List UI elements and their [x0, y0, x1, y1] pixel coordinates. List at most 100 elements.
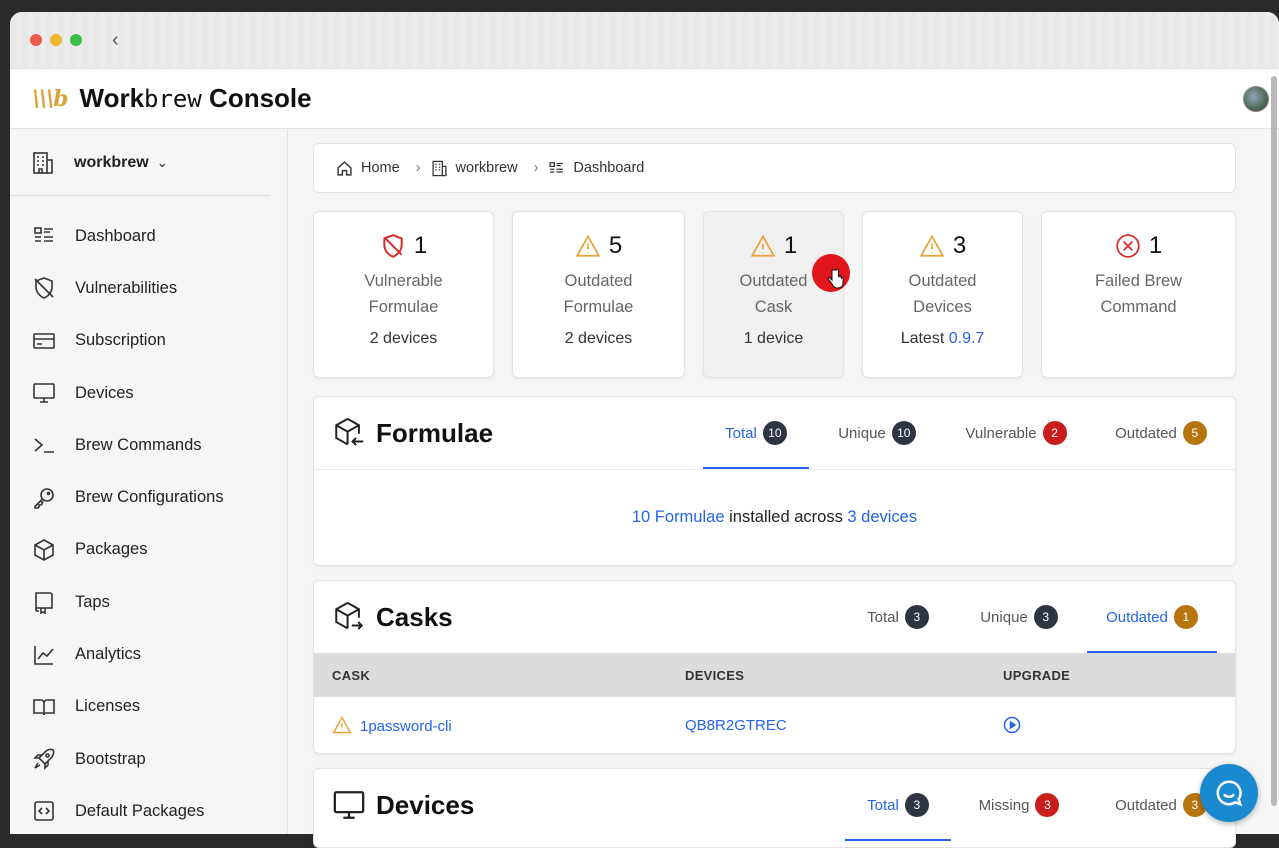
sidebar-item-brew-commands[interactable]: Brew Commands: [10, 419, 287, 471]
warning-icon: [919, 234, 945, 257]
hand-cursor-icon: [827, 268, 844, 289]
stat-count: 1: [413, 232, 428, 259]
column-header-upgrade[interactable]: UPGRADE: [1003, 653, 1235, 697]
shield-off-icon: [383, 234, 403, 258]
device-link[interactable]: QB8R2GTREC: [685, 697, 1003, 753]
stat-label: Cask: [754, 298, 793, 316]
sidebar-item-default-packages[interactable]: Default Packages: [10, 785, 287, 834]
org-switcher[interactable]: workbrew ⌄: [10, 130, 270, 196]
tab-label: Total: [725, 424, 757, 442]
chevron-right-icon: ›: [415, 160, 421, 176]
breadcrumb: Home › workbrew › Dashboard: [313, 143, 1236, 193]
devices-panel: Devices Total 3 Missing 3 Outdated 3: [313, 768, 1236, 848]
sidebar-item-analytics[interactable]: Analytics: [10, 628, 287, 680]
sidebar-item-licenses[interactable]: Licenses: [10, 681, 287, 733]
close-window-button[interactable]: [30, 34, 42, 46]
tab-label: Unique: [980, 608, 1028, 626]
sidebar-item-brew-configurations[interactable]: Brew Configurations: [10, 471, 287, 523]
tab-vulnerable[interactable]: Vulnerable 2: [945, 397, 1087, 469]
stat-card-outdated-cask[interactable]: 1 Outdated Cask 1 device: [703, 211, 844, 378]
key-icon: [34, 487, 54, 509]
tab-label: Vulnerable: [965, 424, 1037, 442]
tab-total[interactable]: Total 10: [703, 397, 809, 469]
column-header-devices[interactable]: DEVICES: [685, 653, 1003, 697]
tab-missing[interactable]: Missing 3: [951, 769, 1087, 841]
count-badge: 3: [904, 793, 929, 817]
stat-card-outdated-formulae[interactable]: 5 Outdated Formulae 2 devices: [512, 211, 685, 378]
stat-sub: Latest 0.9.7: [863, 330, 1022, 348]
sidebar-item-bootstrap[interactable]: Bootstrap: [10, 733, 287, 785]
tab-unique[interactable]: Unique 10: [809, 397, 945, 469]
stat-label: Command: [1100, 298, 1177, 316]
stat-label: Outdated: [908, 272, 977, 290]
count-badge: 10: [762, 421, 787, 445]
sidebar-item-label: Vulnerabilities: [75, 278, 178, 297]
stat-count: 1: [1148, 232, 1163, 259]
devices-count-link[interactable]: 3 devices: [847, 508, 917, 527]
monitor-icon: [333, 791, 365, 819]
tab-outdated[interactable]: Outdated 5: [1087, 397, 1235, 469]
casks-tabs: Total 3 Unique 3 Outdated 1: [845, 581, 1235, 653]
sidebar-item-dashboard[interactable]: Dashboard: [10, 210, 287, 262]
stats-row: 1 Vulnerable Formulae 2 devices 5 Outdate…: [313, 211, 1236, 378]
tab-label: Total: [867, 796, 899, 814]
stat-sub-prefix: Latest: [900, 330, 949, 347]
sidebar-item-label: Taps: [75, 592, 110, 611]
casks-table: CASK DEVICES UPGRADE 1password-cli QB8R2…: [314, 653, 1235, 753]
tab-total[interactable]: Total 3: [845, 581, 951, 653]
x-circle-icon: [1116, 234, 1140, 258]
stat-card-vulnerable-formulae[interactable]: 1 Vulnerable Formulae 2 devices: [313, 211, 494, 378]
sidebar-item-devices[interactable]: Devices: [10, 367, 287, 419]
sidebar-nav: Dashboard Vulnerabilities Subscription D…: [10, 196, 287, 834]
breadcrumb-home[interactable]: Home: [361, 160, 400, 176]
chevron-down-icon: ⌄: [156, 154, 168, 170]
shield-off-icon: [34, 277, 54, 300]
panel-title: Devices: [376, 789, 475, 820]
stat-sub: 2 devices: [564, 330, 633, 347]
sidebar-item-subscription[interactable]: Subscription: [10, 315, 287, 367]
building-icon: [432, 160, 447, 176]
back-arrow-icon[interactable]: ‹: [112, 29, 119, 52]
stat-card-failed-brew-command[interactable]: 1 Failed Brew Command: [1041, 211, 1236, 378]
stat-label: Failed Brew: [1094, 272, 1183, 290]
user-avatar[interactable]: [1243, 86, 1269, 112]
tab-unique[interactable]: Unique 3: [951, 581, 1087, 653]
stat-sub: 1 device: [743, 330, 804, 347]
warning-icon: [332, 715, 352, 734]
sidebar-item-vulnerabilities[interactable]: Vulnerabilities: [10, 262, 287, 314]
stat-sub: 2 devices: [369, 330, 438, 347]
count-badge: 3: [1033, 605, 1058, 629]
tab-label: Outdated: [1115, 796, 1177, 814]
sidebar-item-packages[interactable]: Packages: [10, 524, 287, 576]
latest-version-link[interactable]: 0.9.7: [949, 330, 985, 347]
sidebar-item-label: Devices: [75, 383, 134, 402]
formulae-count-link[interactable]: 10 Formulae: [632, 508, 725, 527]
breadcrumb-org[interactable]: workbrew: [456, 160, 518, 176]
stat-card-outdated-devices[interactable]: 3 Outdated Devices Latest 0.9.7: [862, 211, 1023, 378]
dashboard-icon: [549, 161, 564, 173]
tab-total[interactable]: Total 3: [845, 769, 951, 841]
minimize-window-button[interactable]: [50, 34, 62, 46]
cask-name-link[interactable]: 1password-cli: [360, 718, 452, 735]
warning-icon: [575, 234, 601, 257]
tap-icon: [35, 592, 53, 615]
formulae-summary: 10 Formulae installed across 3 devices: [314, 469, 1235, 565]
stat-label: Formulae: [563, 298, 634, 316]
column-header-cask[interactable]: CASK: [314, 653, 685, 697]
page-scrollbar[interactable]: [1271, 76, 1277, 806]
workbrew-logo-icon: \\\b: [32, 85, 68, 112]
cask-cell: 1password-cli: [314, 697, 685, 753]
chat-support-button[interactable]: [1200, 764, 1258, 822]
maximize-window-button[interactable]: [70, 34, 82, 46]
stat-label: Devices: [913, 298, 972, 316]
count-badge: 2: [1042, 421, 1067, 445]
formulae-tabs: Total 10 Unique 10 Vulnerable 2 Outdated 5: [703, 397, 1235, 469]
tab-outdated[interactable]: Outdated 1: [1087, 581, 1217, 653]
tab-label: Outdated: [1115, 424, 1177, 442]
play-circle-icon[interactable]: [1003, 716, 1021, 734]
breadcrumb-current: Dashboard: [573, 160, 645, 176]
sidebar-item-label: Bootstrap: [75, 749, 146, 768]
tab-label: Missing: [978, 796, 1030, 814]
sidebar-item-taps[interactable]: Taps: [10, 576, 287, 628]
summary-text: installed across: [724, 508, 848, 526]
